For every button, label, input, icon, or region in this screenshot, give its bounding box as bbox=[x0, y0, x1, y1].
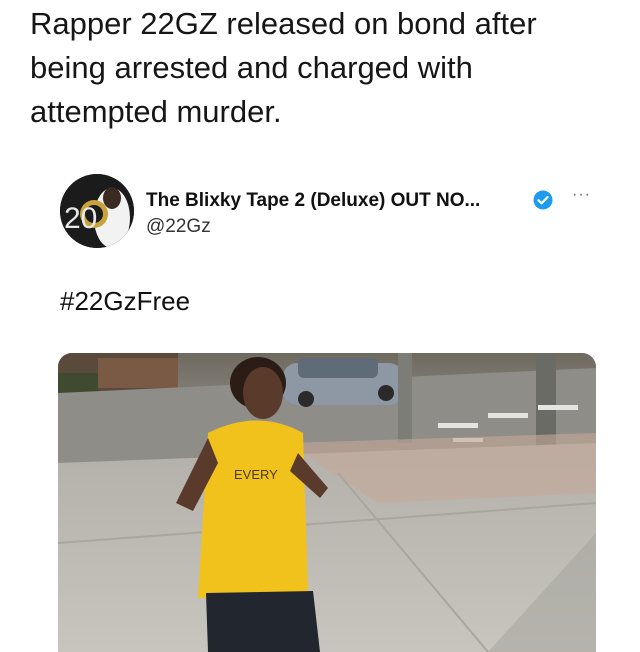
display-name[interactable]: The Blixky Tape 2 (Deluxe) OUT NO... bbox=[146, 190, 480, 212]
headline-line-2: being arrested and charged with bbox=[30, 50, 473, 85]
media-photo: EVERY bbox=[58, 353, 596, 652]
tweet-media[interactable]: EVERY bbox=[58, 353, 596, 652]
more-options-icon[interactable]: ··· bbox=[572, 186, 591, 204]
shirt-text: EVERY bbox=[234, 467, 278, 482]
headline: Rapper 22GZ released on bond after being… bbox=[30, 2, 620, 134]
tweet-hashtag[interactable]: #22GzFree bbox=[60, 286, 190, 317]
headline-line-3: attempted murder. bbox=[30, 94, 282, 129]
avatar[interactable]: 20 bbox=[60, 174, 134, 248]
avatar-image: 20 bbox=[60, 174, 134, 248]
avatar-text: 20 bbox=[64, 202, 97, 235]
verified-badge-icon bbox=[533, 190, 553, 210]
headline-line-1: Rapper 22GZ released on bond after bbox=[30, 6, 537, 41]
handle[interactable]: @22Gz bbox=[146, 216, 211, 238]
